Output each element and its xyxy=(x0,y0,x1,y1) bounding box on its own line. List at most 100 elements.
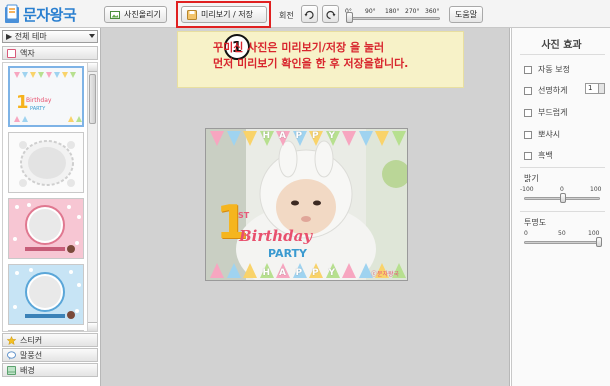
opacity-max: 100 xyxy=(588,230,600,237)
scroll-up-button[interactable] xyxy=(88,63,97,72)
superscript-st: ST xyxy=(238,211,250,220)
category-sticker[interactable]: 스티커 xyxy=(2,333,98,347)
rotate-tick-90: 90° xyxy=(365,8,376,15)
effects-divider xyxy=(520,167,605,168)
rotate-left-button[interactable] xyxy=(322,5,339,23)
watermark-text: ⓒ문자왕국 xyxy=(371,271,400,278)
brightness-min: -100 xyxy=(520,186,534,193)
category-background[interactable]: 배경 xyxy=(2,363,98,377)
checkbox-box[interactable] xyxy=(524,151,532,160)
stepper-arrows[interactable] xyxy=(598,84,604,93)
app-logo: 문자왕국 xyxy=(4,3,77,25)
glow-label: 뽀샤시 xyxy=(538,130,561,139)
pink-frame-preview xyxy=(9,199,83,258)
blue-frame-preview xyxy=(9,265,83,324)
instruction-text: 꾸미신 사진은 미리보기/저장 을 눌러 먼저 미리보기 확인을 한 후 저장을… xyxy=(213,41,409,70)
rotate-right-button[interactable] xyxy=(301,5,318,23)
svg-text:Birthday: Birthday xyxy=(26,97,52,104)
editing-canvas: 1 꾸미신 사진은 미리보기/저장 을 눌러 먼저 미리보기 확인을 한 후 저… xyxy=(101,28,510,386)
pennant-flag xyxy=(210,131,224,146)
rotate-slider-thumb[interactable] xyxy=(346,12,353,23)
frame-thumbnail[interactable] xyxy=(8,132,84,193)
decorated-photo[interactable]: HAPPY HAPPY 1 ST Birthday PARTY ⓒ문자왕국 xyxy=(205,128,408,281)
pennant-letter: P xyxy=(312,268,319,278)
help-button[interactable]: 도움말 xyxy=(449,6,484,23)
category-background-label: 배경 xyxy=(20,365,35,375)
frame-thumbnail[interactable] xyxy=(8,330,84,331)
pennant-letter: A xyxy=(279,131,286,141)
scroll-down-button[interactable] xyxy=(88,322,97,331)
rotate-tick-360: 360° xyxy=(425,8,440,15)
pennant-banner-top: HAPPY xyxy=(206,131,407,149)
auto-correct-label: 자동 보정 xyxy=(538,65,570,74)
scrollbar-thumb[interactable] xyxy=(89,74,96,124)
frame-icon xyxy=(7,48,16,58)
brightness-label: 밝기 xyxy=(524,174,539,183)
category-speech-bubble[interactable]: 말풍선 xyxy=(2,348,98,362)
pennant-flag xyxy=(226,131,241,146)
lace-frame-preview xyxy=(9,133,83,192)
rotate-right-icon xyxy=(304,10,314,19)
upload-photo-button[interactable]: 사진올리기 xyxy=(104,6,167,23)
pennant-letter: P xyxy=(295,131,303,141)
glow-checkbox[interactable]: 뽀샤시 xyxy=(524,129,560,140)
checkbox-box[interactable] xyxy=(524,108,532,117)
opacity-label: 투명도 xyxy=(524,218,547,227)
frame-thumbnail[interactable] xyxy=(8,264,84,325)
sharpen-checkbox[interactable]: 선명하게 xyxy=(524,85,567,96)
pennant-flag xyxy=(358,131,373,146)
pennant-flag xyxy=(243,263,257,278)
category-frame-label: 액자 xyxy=(20,48,35,58)
pennant-letter: A xyxy=(279,268,286,278)
opacity-min: 0 xyxy=(524,230,528,237)
pennant-letter: Y xyxy=(328,268,336,278)
chevron-down-icon xyxy=(89,34,95,38)
preview-save-highlight-box xyxy=(176,1,271,28)
rotate-left-icon xyxy=(326,10,336,19)
pennant-flag xyxy=(391,131,406,146)
auto-correct-checkbox[interactable]: 자동 보정 xyxy=(524,64,570,75)
sharpen-stepper[interactable]: 1 xyxy=(585,83,605,94)
background-icon xyxy=(7,365,16,375)
soften-checkbox[interactable]: 부드럽게 xyxy=(524,107,567,118)
category-speech-bubble-label: 말풍선 xyxy=(20,350,43,360)
grayscale-checkbox[interactable]: 흑백 xyxy=(524,150,553,161)
checkbox-box[interactable] xyxy=(524,86,532,95)
pennant-flag xyxy=(342,131,356,146)
top-toolbar: 문자왕국 사진올리기 미리보기 / 저장 회전 0° 90° 180° 270°… xyxy=(0,0,610,28)
help-label: 도움말 xyxy=(455,10,478,19)
left-panel: ▶ 전체 테마 액자 1 Birthday PARTY 스티커 말풍선 배경 xyxy=(0,28,101,386)
pennant-flag xyxy=(375,131,389,146)
sharpen-label: 선명하게 xyxy=(538,86,568,95)
svg-text:PARTY: PARTY xyxy=(30,106,46,112)
party-subtitle: PARTY xyxy=(268,247,308,260)
checkbox-box[interactable] xyxy=(524,130,532,139)
thumbnail-scrollbar[interactable] xyxy=(87,63,97,331)
frame-thumbnail[interactable] xyxy=(8,198,84,259)
category-sticker-label: 스티커 xyxy=(20,335,43,345)
pennant-flag xyxy=(210,263,224,278)
frame-thumbnail[interactable]: 1 Birthday PARTY xyxy=(8,66,84,127)
brightness-slider-thumb[interactable] xyxy=(560,193,566,203)
soften-label: 부드럽게 xyxy=(538,108,568,117)
birthday-frame-preview: 1 Birthday PARTY xyxy=(10,68,82,125)
rotate-slider-track[interactable] xyxy=(348,17,440,20)
pennant-flag xyxy=(243,131,257,146)
title-divider xyxy=(520,54,605,55)
birthday-title: Birthday xyxy=(239,227,313,245)
checkbox-box[interactable] xyxy=(524,65,532,74)
grayscale-label: 흑백 xyxy=(538,151,553,160)
effects-title: 사진 효과 xyxy=(541,40,582,51)
pennant-letter: P xyxy=(295,268,303,278)
pennant-flag xyxy=(226,263,241,278)
book-icon xyxy=(5,4,19,23)
theme-select-label: ▶ 전체 테마 xyxy=(6,32,47,41)
pennant-flag xyxy=(342,263,356,278)
opacity-slider-thumb[interactable] xyxy=(596,237,602,247)
opacity-slider-track[interactable] xyxy=(524,241,600,244)
pennant-letter: H xyxy=(262,268,271,278)
pennant-letter: H xyxy=(262,131,271,141)
category-frame[interactable]: 액자 xyxy=(2,46,98,60)
theme-select[interactable]: ▶ 전체 테마 xyxy=(2,30,98,43)
upload-photo-label: 사진올리기 xyxy=(124,10,161,19)
